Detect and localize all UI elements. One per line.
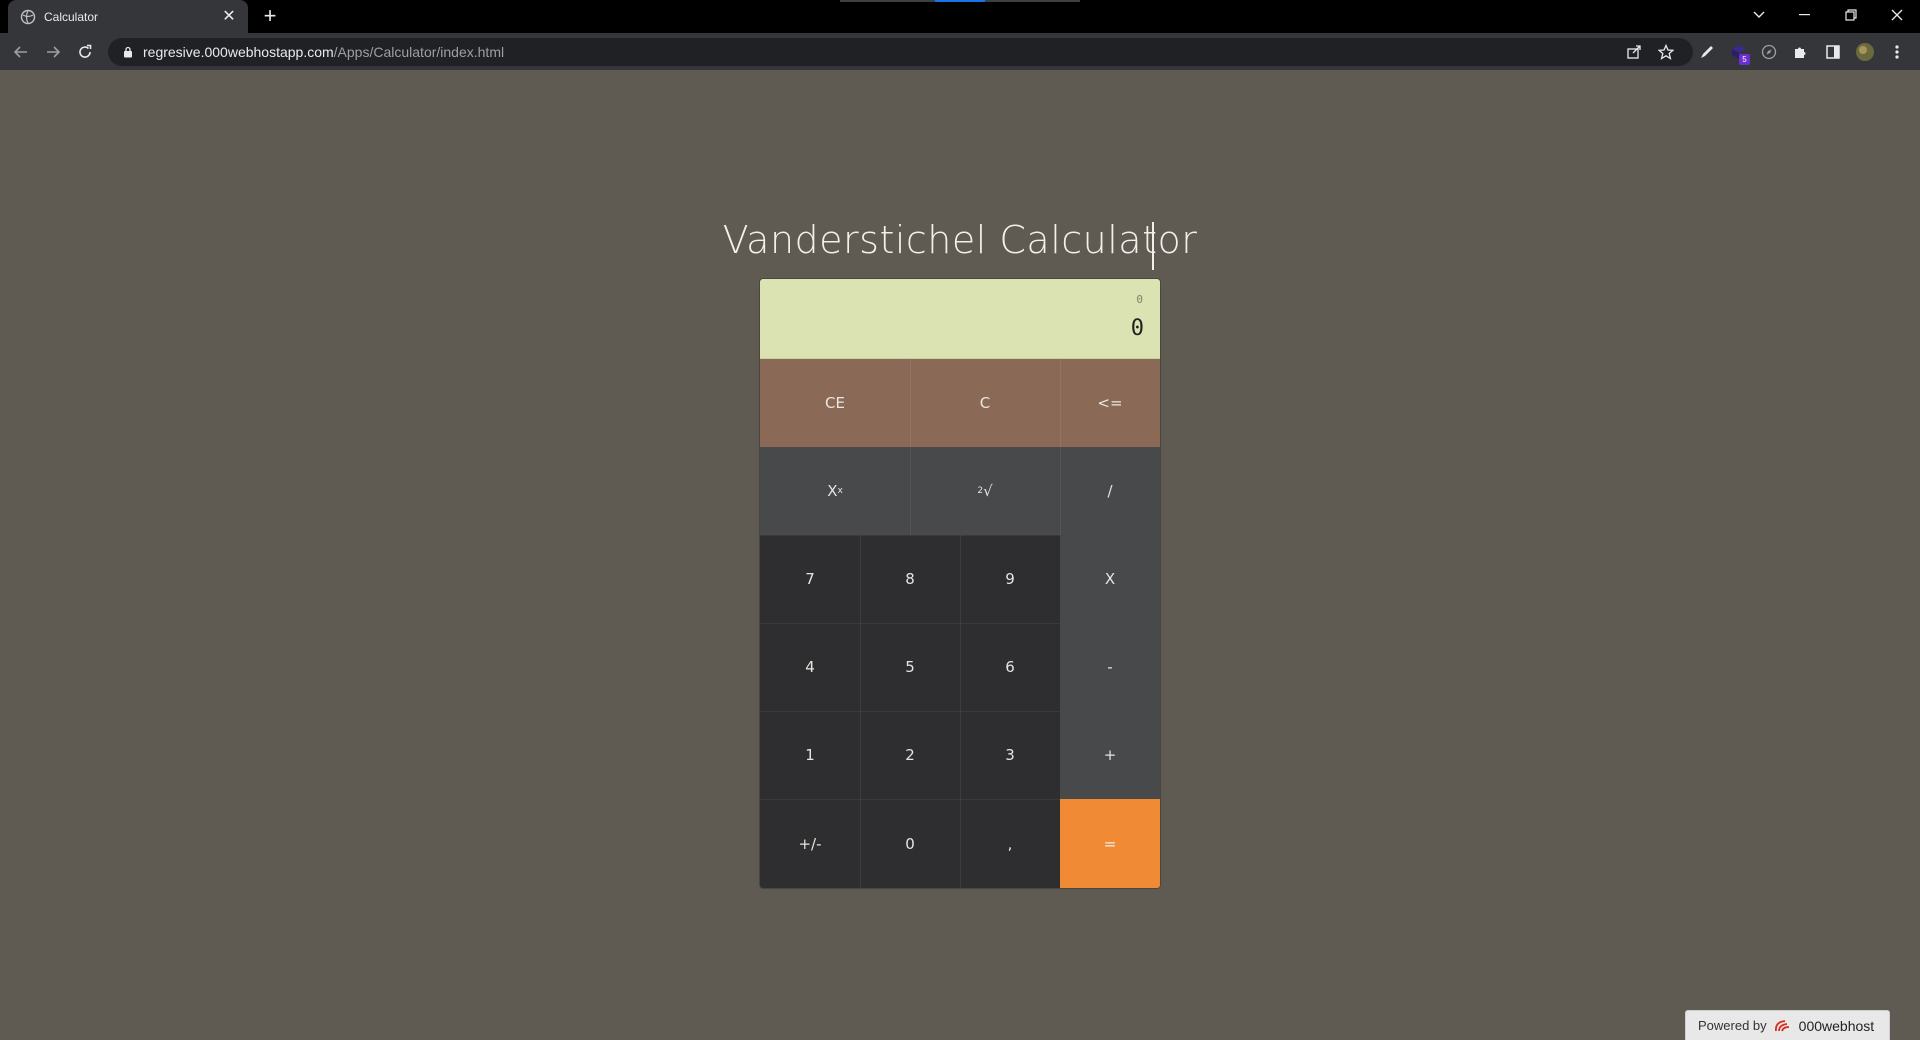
tab-search-icon[interactable]: [1736, 0, 1782, 30]
browser-tab-calculator[interactable]: Calculator ✕: [8, 0, 248, 33]
equals-button[interactable]: =: [1060, 799, 1160, 888]
page-title: Vanderstichel Calculator: [722, 218, 1198, 262]
key-divider: [910, 359, 911, 535]
forward-icon[interactable]: [42, 41, 64, 63]
share-icon[interactable]: [1626, 44, 1642, 60]
address-bar[interactable]: regresive.000webhostapp.com/Apps/Calcula…: [108, 38, 1693, 66]
negate-button[interactable]: +/-: [760, 799, 860, 888]
digit-3-button[interactable]: 3: [960, 711, 1060, 799]
clear-button[interactable]: C: [910, 359, 1060, 447]
globe-icon: [20, 9, 36, 24]
divide-button[interactable]: /: [1060, 447, 1160, 535]
key-divider: [760, 799, 1060, 800]
restore-icon[interactable]: [1828, 0, 1874, 30]
key-divider: [760, 711, 1060, 712]
pen-extension-icon[interactable]: [1697, 42, 1717, 62]
power-base-label: X: [827, 482, 838, 500]
digit-6-button[interactable]: 6: [960, 623, 1060, 711]
profile-avatar-icon[interactable]: [1855, 42, 1875, 62]
lock-icon: [124, 46, 132, 58]
reload-icon[interactable]: [74, 41, 96, 63]
plus-button[interactable]: +: [1060, 711, 1160, 799]
power-exponent-label: x: [837, 486, 843, 496]
digit-2-button[interactable]: 2: [860, 711, 960, 799]
minimize-icon[interactable]: [1782, 0, 1828, 30]
power-button[interactable]: Xx: [760, 447, 910, 535]
digit-9-button[interactable]: 9: [960, 535, 1060, 623]
extensions-puzzle-icon[interactable]: [1791, 42, 1811, 62]
calculator: 0 0 CE C <= Xx 2 √ / 7 8 9 X 4 5 6 - 1 2 …: [760, 279, 1160, 888]
compass-icon[interactable]: [1759, 42, 1779, 62]
tab-title: Calculator: [44, 9, 99, 24]
minus-button[interactable]: -: [1060, 623, 1160, 711]
tab-strip-highlight: [935, 0, 985, 2]
key-divider: [760, 623, 1060, 624]
backspace-button[interactable]: <=: [1060, 359, 1160, 447]
digit-0-button[interactable]: 0: [860, 799, 960, 888]
digit-4-button[interactable]: 4: [760, 623, 860, 711]
previous-value: 0: [1136, 293, 1143, 306]
close-tab-icon[interactable]: ✕: [220, 8, 238, 26]
clear-entry-button[interactable]: CE: [760, 359, 910, 447]
powered-by-badge[interactable]: Powered by 000webhost: [1685, 1010, 1890, 1040]
bookmark-star-icon[interactable]: [1658, 44, 1674, 60]
powered-by-label: Powered by: [1698, 1018, 1767, 1033]
digit-8-button[interactable]: 8: [860, 535, 960, 623]
calculator-display: 0 0: [760, 279, 1160, 359]
browser-tab-strip: Calculator ✕ +: [0, 0, 1920, 33]
side-panel-icon[interactable]: [1823, 42, 1843, 62]
webhost-brand: 000webhost: [1798, 1017, 1875, 1034]
back-icon[interactable]: [10, 41, 32, 63]
key-divider: [1060, 359, 1061, 535]
extension-badge: 5: [1739, 54, 1750, 65]
decimal-button[interactable]: ,: [960, 799, 1060, 888]
current-value: 0: [1130, 316, 1144, 341]
webhost-logo-icon: [1774, 1019, 1789, 1031]
browser-toolbar: regresive.000webhostapp.com/Apps/Calcula…: [0, 33, 1920, 70]
square-root-button[interactable]: 2 √: [910, 447, 1060, 535]
key-divider: [760, 535, 1060, 536]
text-caret: [1152, 222, 1154, 270]
tab-strip-divider: [840, 0, 940, 2]
tab-strip-divider: [985, 0, 1080, 2]
digit-5-button[interactable]: 5: [860, 623, 960, 711]
multiply-button[interactable]: X: [1060, 535, 1160, 623]
digit-1-button[interactable]: 1: [760, 711, 860, 799]
new-tab-icon[interactable]: +: [260, 5, 280, 27]
url-host: regresive.000webhostapp.com: [143, 44, 334, 60]
close-window-icon[interactable]: [1874, 0, 1920, 30]
more-menu-icon[interactable]: [1887, 42, 1907, 62]
root-symbol-label: √: [983, 482, 993, 500]
digit-7-button[interactable]: 7: [760, 535, 860, 623]
url-path: /Apps/Calculator/index.html: [333, 44, 505, 60]
